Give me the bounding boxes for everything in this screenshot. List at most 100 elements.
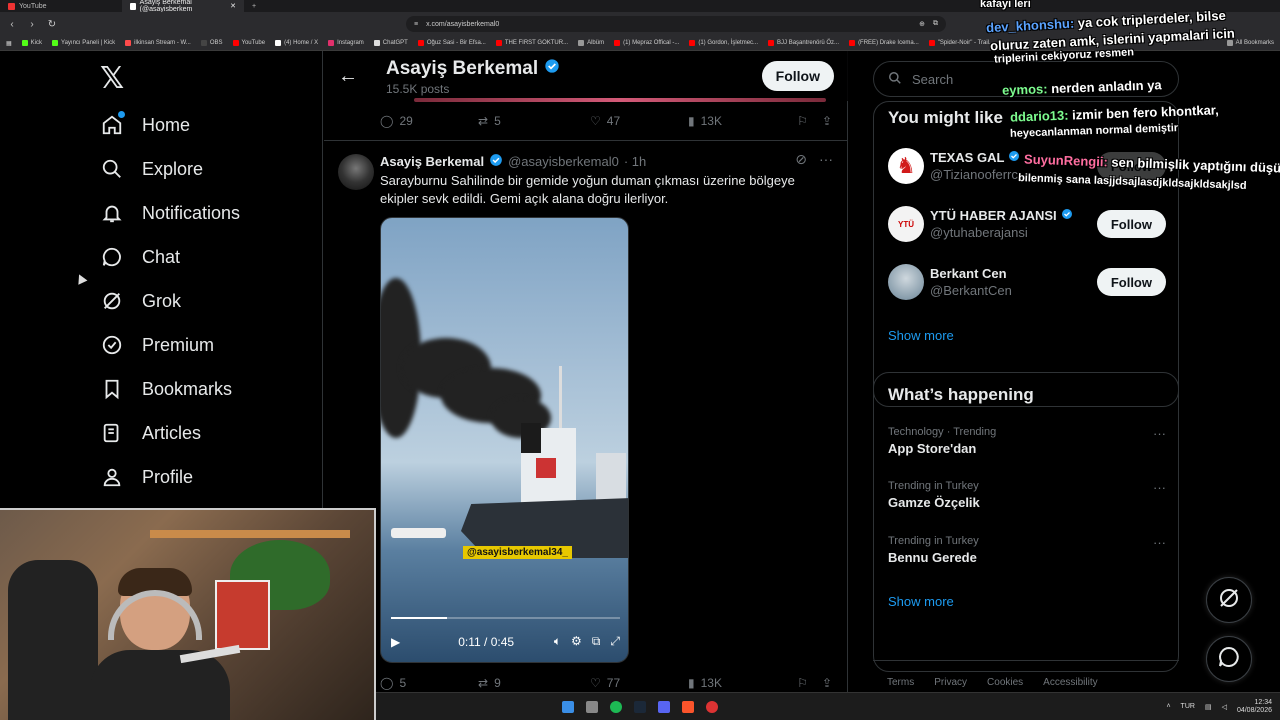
bookmark-item[interactable]: (4) Home / X	[275, 40, 318, 46]
follow-button[interactable]: Follow	[1096, 152, 1166, 180]
bookmark-item[interactable]: OBS	[200, 40, 223, 46]
bookmark-item[interactable]: (1) Gordon, İşletmec...	[689, 40, 758, 46]
share-icon[interactable]: ⇪	[822, 676, 832, 690]
footer-accessibility[interactable]: Accessibility	[1043, 677, 1097, 688]
bookmark-item[interactable]: BJJ Başantrenörü Öz...	[768, 40, 839, 46]
back-icon[interactable]: ‹	[6, 19, 18, 30]
nav-premium[interactable]: Premium	[100, 333, 214, 357]
show-more-link[interactable]: Show more	[888, 594, 954, 609]
bookmark-item[interactable]: (1) Mepraz Offical -...	[614, 40, 679, 46]
bookmark-item[interactable]: YouTube	[232, 40, 265, 46]
site-info-icon[interactable]: ≡	[414, 21, 418, 28]
bookmark-item[interactable]: Oğuz Sasi - Bir Efsa...	[417, 40, 486, 46]
spotify-icon[interactable]	[610, 700, 622, 713]
nav-profile[interactable]: Profile	[100, 465, 193, 489]
pip-icon[interactable]: ⧉	[592, 634, 601, 649]
tab-youtube[interactable]: YouTube	[0, 0, 122, 12]
bookmark-item[interactable]: ilkinsan Stream - W...	[125, 40, 191, 46]
follow-button[interactable]: Follow	[761, 61, 834, 91]
share-icon[interactable]: ⧉	[933, 20, 938, 28]
nav-chat[interactable]: Chat	[100, 245, 180, 269]
nav-explore[interactable]: Explore	[100, 157, 203, 181]
footer-terms[interactable]: Terms	[887, 677, 914, 688]
more-icon[interactable]: ···	[1153, 535, 1166, 550]
tweet-video[interactable]: @asayisberkemal34_ ▶ 0:11 / 0:45 🔈︎ ⚙ ⧉ …	[380, 217, 629, 663]
tweet-avatar[interactable]	[338, 154, 374, 190]
network-icon[interactable]: ▤	[1205, 703, 1212, 711]
verified-icon	[100, 333, 124, 357]
language-indicator[interactable]: TUR	[1181, 703, 1195, 710]
tab-x-profile[interactable]: Asayiş Berkemal (@asayisberkem ✕	[122, 0, 244, 13]
file-explorer-icon[interactable]	[586, 700, 598, 713]
nav-grok[interactable]: Grok	[100, 289, 181, 313]
share-icon[interactable]: ⇪	[822, 114, 832, 128]
wtf-item[interactable]: YTÜ YTÜ HABER AJANSI @ytuhaberajansi Fol…	[888, 202, 1166, 246]
follow-button[interactable]: Follow	[1096, 210, 1166, 238]
bookmark-item[interactable]: THE FIRST GOKTUR...	[495, 40, 568, 46]
all-bookmarks[interactable]: All Bookmarks	[1226, 40, 1274, 46]
back-arrow-icon[interactable]: ←	[338, 65, 358, 88]
zoom-icon[interactable]: ⊕	[919, 20, 925, 28]
nav-articles[interactable]: Articles	[100, 421, 201, 445]
more-icon[interactable]: ···	[819, 151, 833, 168]
like-button[interactable]: ♡ 47	[590, 114, 688, 128]
chevron-up-icon[interactable]: ˄	[1166, 703, 1170, 710]
bookmark-item[interactable]: (FREE) Drake Icema...	[849, 40, 919, 46]
youtube-icon	[768, 40, 775, 46]
footer-cookies[interactable]: Cookies	[987, 677, 1023, 688]
views-button[interactable]: ▮ 13K	[688, 676, 788, 690]
reply-button[interactable]: ◯ 29	[380, 114, 478, 128]
clock[interactable]: 12:34 04/08/2026	[1237, 699, 1272, 715]
repost-button[interactable]: ⇄ 5	[478, 114, 590, 128]
bookmark-item[interactable]: "Spider-Noir" - Trail...	[928, 40, 994, 46]
tweet-author[interactable]: Asayiş Berkemal @asayisberkemal0 · 1h	[380, 153, 646, 170]
nav-notifications[interactable]: Notifications	[100, 201, 240, 225]
wtf-item[interactable]: ♞ TEXAS GAL @Tizianooferrc Follow	[888, 144, 1166, 188]
views-button[interactable]: ▮ 13K	[688, 114, 788, 128]
reload-icon[interactable]: ↻	[46, 19, 58, 30]
trend-item[interactable]: Trending in Turkey Gamze Özçelik ···	[888, 480, 1166, 510]
trend-item[interactable]: Trending in Turkey Bennu Gerede ···	[888, 535, 1166, 565]
messages-fab[interactable]	[1206, 636, 1252, 682]
url-bar[interactable]: ≡ x.com/asayisberkemal0 ⊕ ⧉	[406, 16, 946, 32]
video-progress[interactable]	[391, 617, 620, 619]
play-icon[interactable]: ▶	[391, 635, 400, 649]
bookmark-item[interactable]: Instagram	[328, 40, 364, 46]
grok-icon[interactable]: ⊘	[795, 151, 807, 168]
bookmark-item[interactable]: Kick	[21, 40, 42, 46]
obs-icon[interactable]	[706, 700, 718, 713]
bookmark-item[interactable]: Albüm	[578, 40, 604, 46]
fullscreen-icon[interactable]: ⤢	[610, 634, 620, 649]
repost-button[interactable]: ⇄ 9	[478, 676, 590, 690]
volume-icon[interactable]: ◁	[1222, 703, 1227, 711]
bookmark-icon[interactable]: ⚐	[797, 114, 808, 128]
more-icon[interactable]: ···	[1153, 426, 1166, 441]
x-logo-icon[interactable]: 𝕏	[100, 61, 124, 96]
bookmark-icon[interactable]: ⚐	[797, 676, 808, 690]
forward-icon[interactable]: ›	[26, 19, 38, 30]
nav-home[interactable]: Home	[100, 113, 190, 137]
nav-bookmarks[interactable]: Bookmarks	[100, 377, 232, 401]
settings-icon[interactable]: ⚙	[571, 634, 582, 649]
more-icon[interactable]: ···	[1153, 480, 1166, 495]
follow-button[interactable]: Follow	[1096, 268, 1166, 296]
reply-button[interactable]: ◯ 5	[380, 676, 478, 690]
steam-icon[interactable]	[634, 700, 646, 713]
new-tab-button[interactable]: +	[244, 0, 264, 12]
grok-fab[interactable]	[1206, 577, 1252, 623]
bookmark-item[interactable]: ChatGPT	[373, 40, 408, 46]
volume-icon[interactable]: 🔈︎	[554, 634, 561, 649]
like-button[interactable]: ♡ 77	[590, 676, 688, 690]
search-box[interactable]: Search	[873, 61, 1179, 97]
bookmark-item[interactable]: Yayıncı Paneli | Kick	[52, 40, 115, 46]
footer-privacy[interactable]: Privacy	[934, 677, 967, 688]
windows-start-icon[interactable]	[562, 700, 574, 713]
apps-icon[interactable]: ▦	[6, 40, 12, 47]
close-tab-icon[interactable]: ✕	[230, 2, 236, 10]
wtf-item[interactable]: Berkant Cen @BerkantCen Follow	[888, 260, 1166, 304]
brave-icon[interactable]	[682, 700, 694, 713]
show-more-link[interactable]: Show more	[888, 328, 954, 343]
trend-item[interactable]: Technology · Trending App Store'dan ···	[888, 426, 1166, 456]
discord-icon[interactable]	[658, 700, 670, 713]
url-text[interactable]: x.com/asayisberkemal0	[426, 21, 911, 28]
